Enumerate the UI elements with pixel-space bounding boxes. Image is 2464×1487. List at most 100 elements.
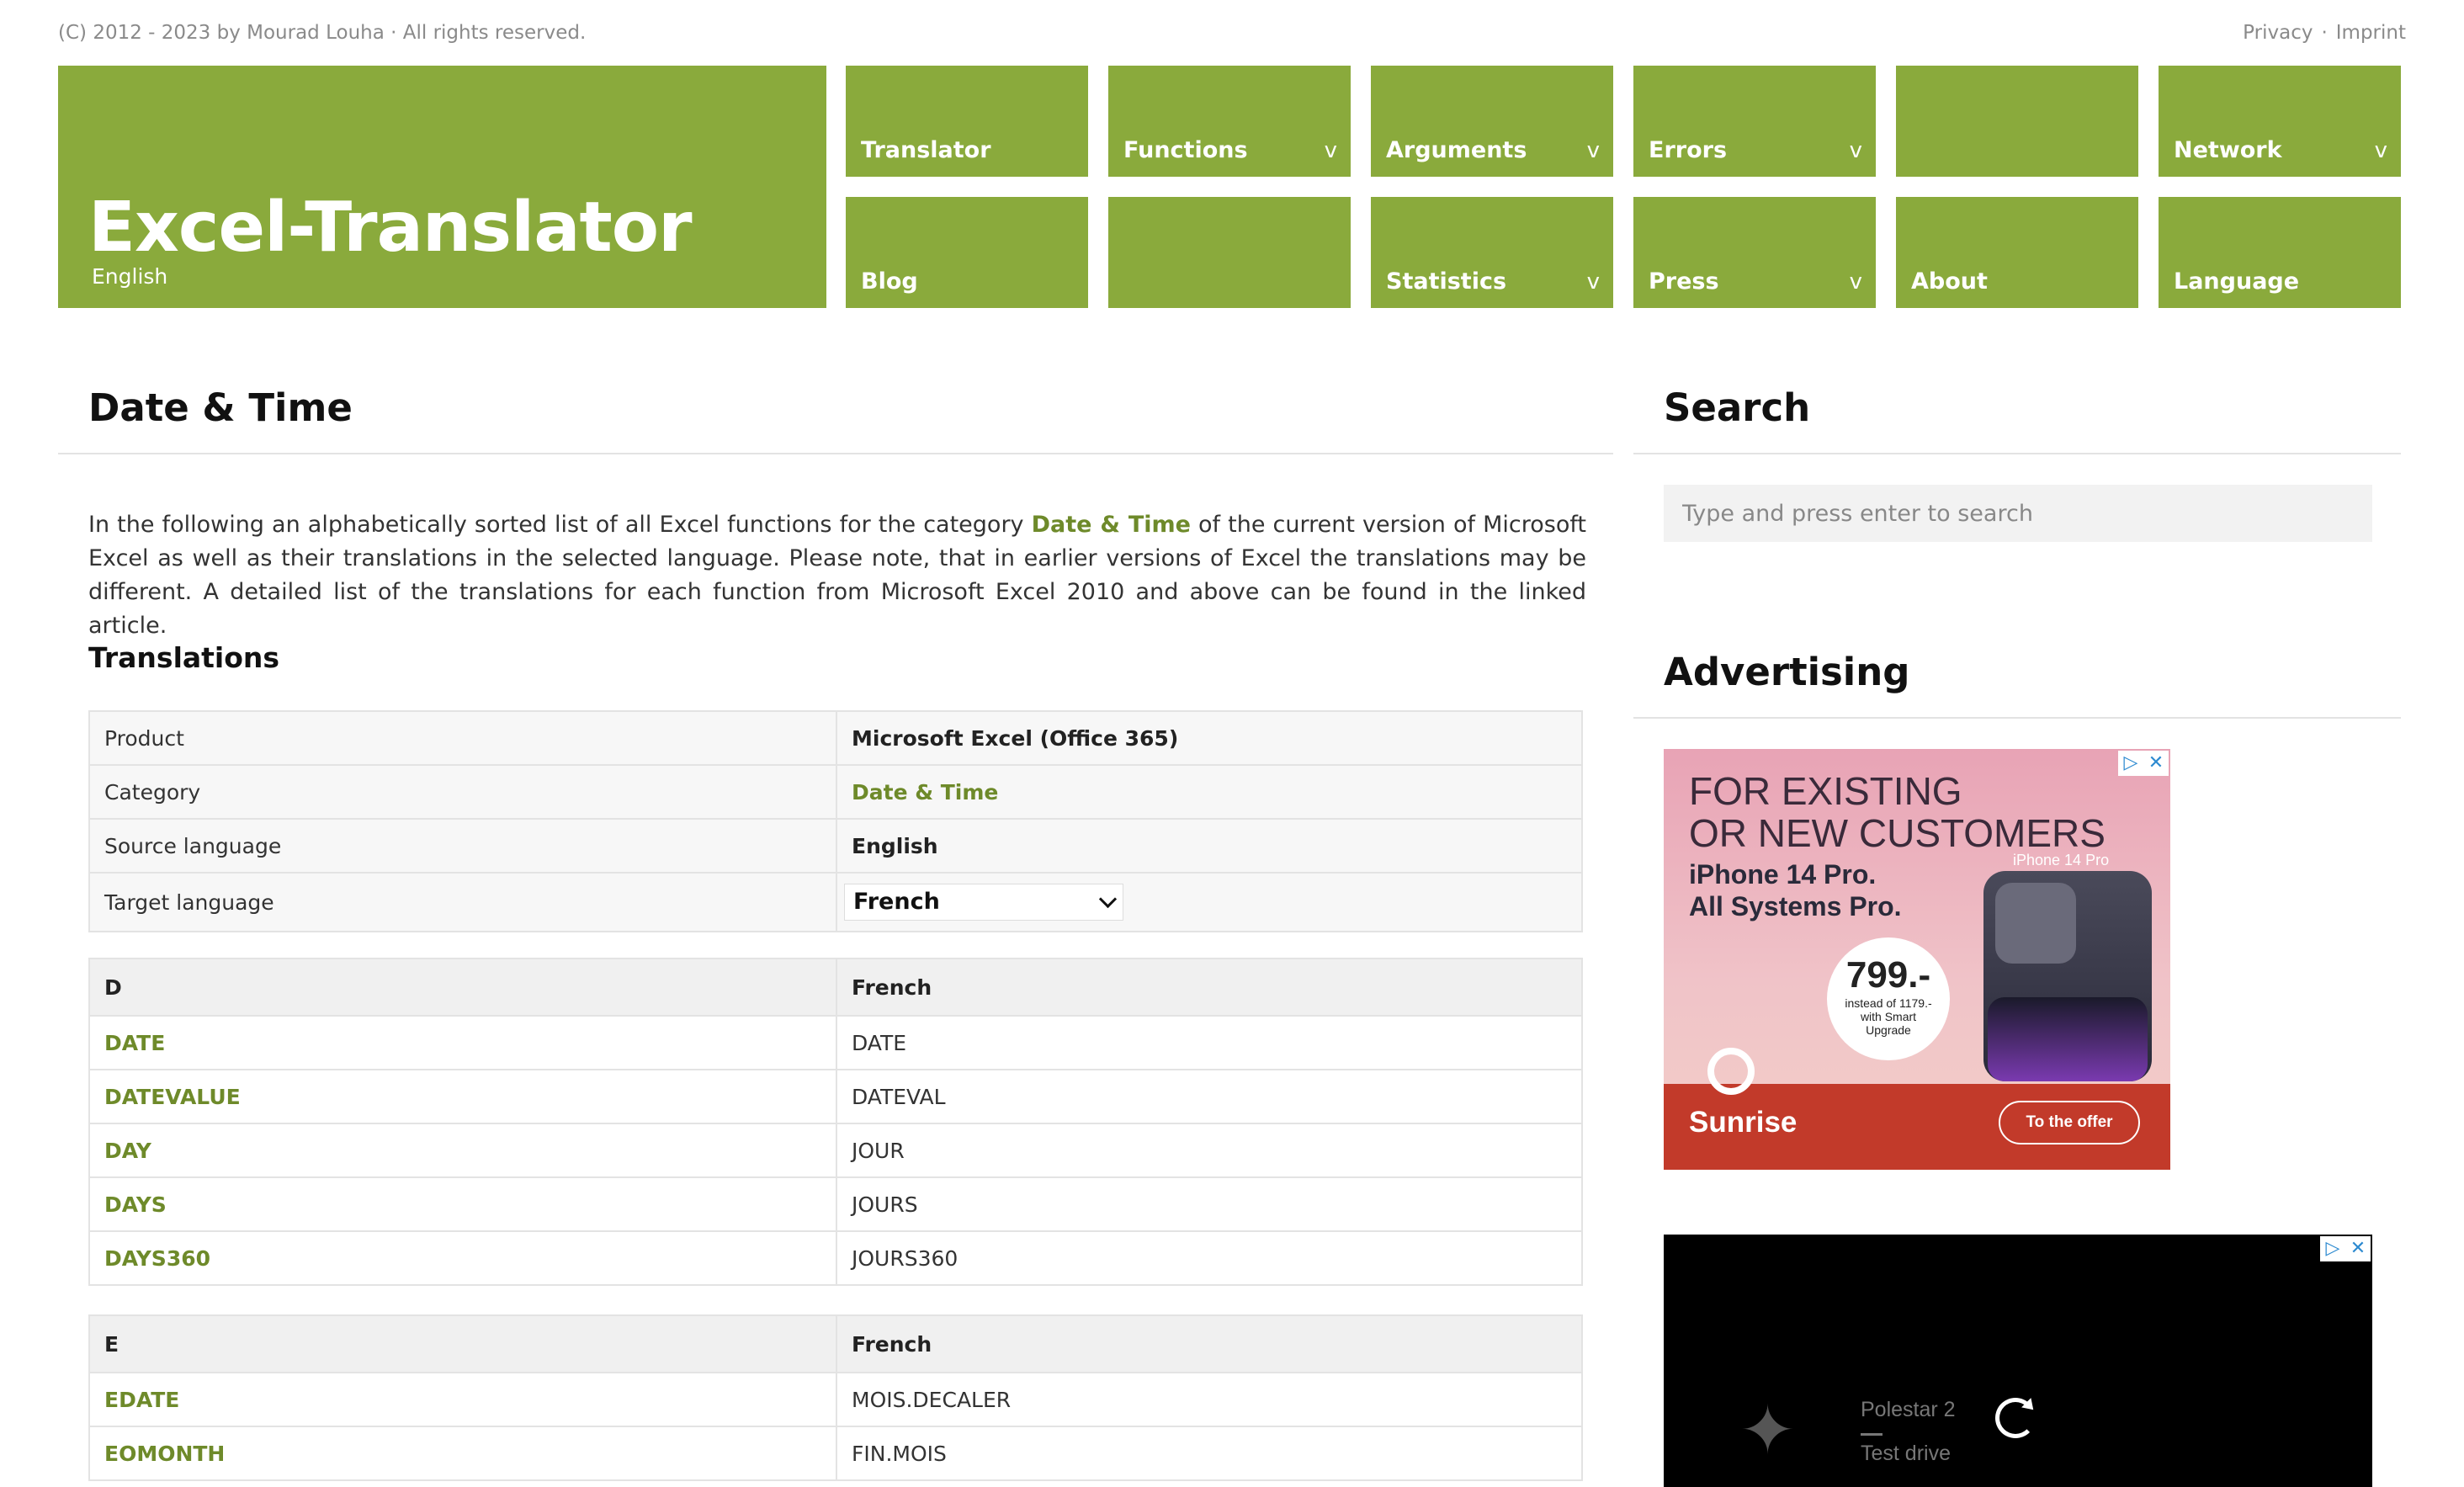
divider: [1861, 1433, 1883, 1436]
nav-language[interactable]: Language: [2159, 197, 2401, 308]
table-header-row: D French: [88, 958, 1583, 1017]
ad-close-icon[interactable]: ✕: [2345, 1236, 2371, 1261]
target-language-select[interactable]: French: [844, 884, 1123, 921]
ad-close-icon[interactable]: ✕: [2143, 751, 2169, 776]
site-title: Excel-Translator: [88, 188, 693, 268]
table-row: DAYS360 JOURS360: [88, 1230, 1583, 1286]
translations-heading: Translations: [88, 641, 280, 674]
function-link[interactable]: EOMONTH: [88, 1426, 837, 1481]
nav-statistics-label: Statistics: [1386, 268, 1507, 295]
nav-statistics[interactable]: Statistics v: [1371, 197, 1613, 308]
chevron-down-icon: v: [1586, 269, 1600, 295]
divider: [1633, 453, 2401, 454]
table-row: EOMONTH FIN.MOIS: [88, 1426, 1583, 1481]
functions-table-e: E French EDATE MOIS.DECALER EOMONTH FIN.…: [88, 1314, 1583, 1481]
imprint-link[interactable]: Imprint: [2336, 22, 2406, 44]
ad-badge: ▷ ✕: [2320, 1236, 2371, 1261]
page-title: Date & Time: [88, 385, 353, 430]
table-row: DAYS JOURS: [88, 1176, 1583, 1232]
nav-functions[interactable]: Functions v: [1108, 66, 1351, 177]
nav-press[interactable]: Press v: [1633, 197, 1876, 308]
table-row: Source language English: [88, 818, 1583, 874]
chevron-down-icon: [1098, 890, 1118, 909]
divider: [1633, 717, 2401, 719]
camera-icon: [1995, 883, 2076, 964]
function-link[interactable]: DATEVALUE: [88, 1069, 837, 1124]
function-translation: FIN.MOIS: [836, 1426, 1583, 1481]
function-translation: JOURS360: [836, 1230, 1583, 1286]
ad-banner-polestar[interactable]: ✦ Polestar 2 Test drive ▷ ✕: [1664, 1235, 2372, 1487]
source-language-value: English: [836, 818, 1583, 874]
function-link[interactable]: DAYS360: [88, 1230, 837, 1286]
site-logo[interactable]: Excel-Translator English: [58, 66, 826, 308]
search-heading: Search: [1664, 385, 1811, 430]
table-row: DATEVALUE DATEVAL: [88, 1069, 1583, 1124]
nav-about[interactable]: About: [1896, 197, 2138, 308]
table-row: EDATE MOIS.DECALER: [88, 1372, 1583, 1427]
function-translation: JOURS: [836, 1176, 1583, 1232]
ring-logo-icon: [1707, 1048, 1755, 1095]
target-language-label: Target language: [88, 872, 837, 932]
ad-footer-bar: Sunrise To the offer: [1664, 1084, 2170, 1170]
function-translation: DATE: [836, 1015, 1583, 1070]
function-translation: JOUR: [836, 1123, 1583, 1178]
table-row: Product Microsoft Excel (Office 365): [88, 710, 1583, 766]
nav-arguments-label: Arguments: [1386, 137, 1527, 163]
nav-translator[interactable]: Translator: [846, 66, 1088, 177]
info-table: Product Microsoft Excel (Office 365) Cat…: [88, 710, 1583, 932]
chevron-down-icon: v: [1849, 269, 1862, 295]
ad-phone-label: iPhone 14 Pro: [2013, 852, 2110, 868]
legal-links: Privacy · Imprint: [2243, 22, 2406, 44]
nav-blog[interactable]: Blog: [846, 197, 1088, 308]
ad-banner-iphone[interactable]: FOR EXISTING OR NEW CUSTOMERS iPhone 14 …: [1664, 749, 2170, 1170]
nav-network[interactable]: Network v: [2159, 66, 2401, 177]
source-language-label: Source language: [88, 818, 837, 874]
nav-arguments[interactable]: Arguments v: [1371, 66, 1613, 177]
ad-badge: ▷ ✕: [2118, 751, 2169, 776]
category-link[interactable]: Date & Time: [1032, 512, 1191, 538]
nav-blank-tile: [1108, 197, 1351, 308]
product-value: Microsoft Excel (Office 365): [836, 710, 1583, 766]
phone-image: [1983, 871, 2152, 1081]
nav-errors[interactable]: Errors v: [1633, 66, 1876, 177]
ad-offer-button[interactable]: To the offer: [1999, 1101, 2140, 1144]
ad-brand: Sunrise: [1689, 1106, 1798, 1139]
category-label: Category: [88, 764, 837, 820]
category-value-link[interactable]: Date & Time: [836, 764, 1583, 820]
ad-price: 799.-: [1845, 954, 1931, 996]
function-link[interactable]: DATE: [88, 1015, 837, 1070]
function-link[interactable]: EDATE: [88, 1372, 837, 1427]
function-link[interactable]: DAY: [88, 1123, 837, 1178]
function-translation: DATEVAL: [836, 1069, 1583, 1124]
nav-about-label: About: [1911, 268, 1988, 295]
privacy-link[interactable]: Privacy: [2243, 22, 2313, 44]
phone-screen: [1988, 997, 2148, 1081]
nav-functions-label: Functions: [1123, 137, 1248, 163]
functions-table-d: D French DATE DATE DATEVALUE DATEVAL DAY…: [88, 958, 1583, 1286]
search-input[interactable]: [1664, 485, 2372, 542]
ad-price-note: instead of 1179.- with Smart Upgrade: [1845, 996, 1932, 1037]
function-link[interactable]: DAYS: [88, 1176, 837, 1232]
ad-headline: FOR EXISTING OR NEW CUSTOMERS: [1689, 770, 2106, 854]
nav-language-label: Language: [2174, 268, 2300, 295]
function-translation: MOIS.DECALER: [836, 1372, 1583, 1427]
group-letter: E: [88, 1314, 837, 1373]
ad-choices-icon[interactable]: ▷: [2118, 751, 2143, 776]
nav-errors-label: Errors: [1649, 137, 1728, 163]
intro-paragraph: In the following an alphabetically sorte…: [88, 508, 1586, 643]
ad-headline-line: FOR EXISTING: [1689, 769, 1962, 813]
target-language-value: French: [853, 889, 940, 915]
ad-choices-icon[interactable]: ▷: [2320, 1236, 2345, 1261]
table-row: DATE DATE: [88, 1015, 1583, 1070]
replay-icon[interactable]: [1995, 1398, 2036, 1438]
ad-text: Polestar 2: [1861, 1398, 1956, 1421]
advertising-heading: Advertising: [1664, 650, 1910, 694]
group-language: French: [836, 958, 1583, 1017]
site-language: English: [92, 264, 168, 289]
table-row: Target language French: [88, 872, 1583, 932]
intro-text: In the following an alphabetically sorte…: [88, 512, 1032, 538]
ad-subline-line: iPhone 14 Pro.: [1689, 859, 1877, 890]
table-row: Category Date & Time: [88, 764, 1583, 820]
product-label: Product: [88, 710, 837, 766]
nav-blog-label: Blog: [861, 268, 918, 295]
